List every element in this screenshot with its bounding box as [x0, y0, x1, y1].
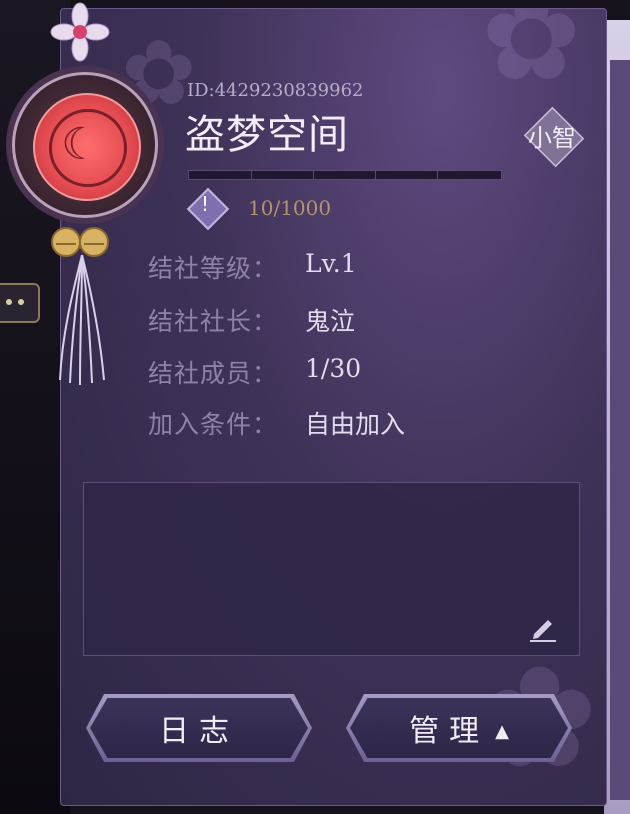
- leader-label: 结社社长：: [148, 307, 279, 336]
- caret-up-icon: ▲: [495, 721, 509, 742]
- crescent-moon-icon: ☾: [33, 93, 141, 201]
- pencil-icon[interactable]: [528, 612, 558, 642]
- level-value: Lv.1: [305, 249, 357, 278]
- log-button[interactable]: 日志: [90, 698, 308, 758]
- leader-value: 鬼泣: [305, 307, 356, 336]
- manage-button[interactable]: 管理 ▲: [350, 698, 568, 758]
- clan-progress-bar: [188, 170, 502, 180]
- join-condition-label: 加入条件：: [148, 410, 279, 439]
- members-label: 结社成员：: [148, 359, 279, 388]
- clan-name: 盗梦空间: [185, 112, 349, 158]
- clan-notice-box: [83, 482, 580, 656]
- members-value: 1/30: [305, 354, 362, 383]
- background-right: [604, 20, 630, 814]
- clan-progress-text: 10/1000: [248, 196, 332, 220]
- tassel-icon: [59, 255, 105, 385]
- join-condition-value: 自由加入: [305, 410, 406, 439]
- clan-id: ID:4429230839962: [187, 80, 364, 101]
- sakura-ornament-icon: [50, 2, 110, 62]
- side-chat-tab[interactable]: [0, 283, 40, 323]
- level-label: 结社等级：: [148, 254, 279, 283]
- clan-emblem[interactable]: ☾: [12, 72, 158, 218]
- sakura-decoration-icon: ✿: [481, 8, 582, 108]
- leader-avatar-label: 小智: [528, 124, 576, 152]
